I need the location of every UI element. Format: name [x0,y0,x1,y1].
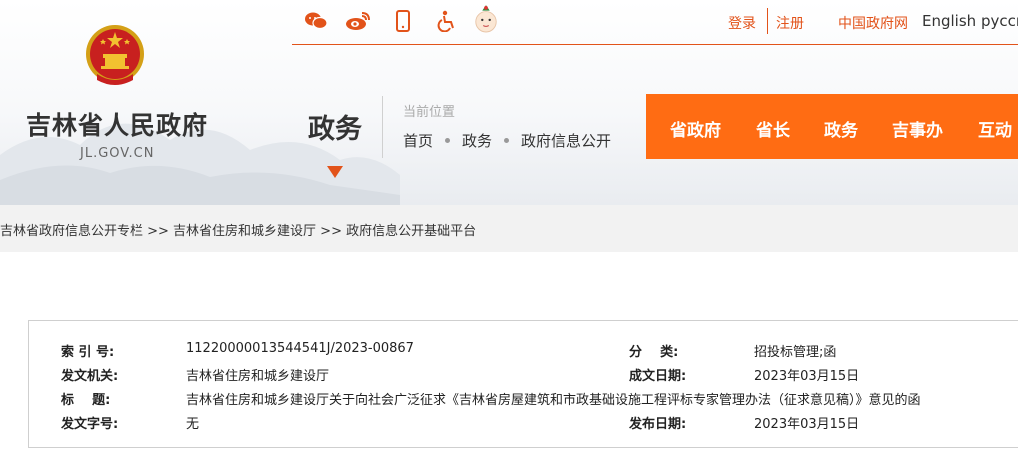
doc-number-label: 发文字号: [61,417,119,432]
site-header: 登录 注册 中国政府网 English русск 吉林省人民政府 JL.GOV… [0,0,1018,205]
title-value: 吉林省住房和城乡建设厅关于向社会广泛征求《吉林省房屋建筑和市政基础设施工程评标专… [186,393,921,408]
accessibility-icon[interactable] [434,9,460,33]
issuer-value: 吉林省住房和城乡建设厅 [186,369,330,384]
breadcrumb: 首页 政务 政府信息公开 [403,130,611,151]
login-link[interactable]: 登录 [728,13,756,33]
main-nav: 省政府 省长 政务 吉事办 互动 [646,94,1018,159]
section-indicator-icon [327,166,343,178]
category-value: 招投标管理;函 [754,345,837,360]
index-value: 11220000013544541J/2023-00867 [186,341,414,356]
wechat-icon[interactable] [303,9,329,33]
section-title: 政务 [308,114,362,145]
nav-item-provincial-government[interactable]: 省政府 [670,116,721,141]
breadcrumb-dot-icon [504,138,510,143]
nav-item-interaction[interactable]: 互动 [978,116,1012,141]
breadcrumb-info-disclosure[interactable]: 政府信息公开 [521,130,611,151]
register-link[interactable]: 注册 [776,13,804,33]
header-divider [382,96,383,158]
weibo-icon[interactable] [345,9,371,33]
breadcrumb-dot-icon [445,138,451,143]
english-link[interactable]: English [922,12,976,30]
nav-item-jishiban[interactable]: 吉事办 [892,116,943,141]
created-date-label: 成文日期: [629,369,687,384]
breadcrumb-home[interactable]: 首页 [403,130,433,151]
gov-portal-link[interactable]: 中国政府网 [838,13,908,33]
title-label: 标 题: [61,393,111,408]
location-label: 当前位置 [403,105,456,120]
login-divider [767,8,768,34]
channel-path[interactable]: 吉林省政府信息公开专栏 >> 吉林省住房和城乡建设厅 >> 政府信息公开基础平台 [0,220,476,239]
top-bar: 登录 注册 中国政府网 English русск [292,0,1018,45]
nav-item-governor[interactable]: 省长 [756,116,790,141]
site-domain: JL.GOV.CN [80,146,155,161]
category-label: 分 类: [629,345,679,360]
mobile-icon[interactable] [390,9,416,33]
issuer-label: 发文机关: [61,369,119,384]
mascot-icon[interactable] [473,2,499,36]
index-label: 索 引 号: [61,345,115,360]
path-bar: 吉林省政府信息公开专栏 >> 吉林省住房和城乡建设厅 >> 政府信息公开基础平台 [0,205,1018,252]
published-date-label: 发布日期: [629,417,687,432]
doc-number-value: 无 [186,417,200,432]
nav-item-affairs[interactable]: 政务 [824,116,858,141]
created-date-value: 2023年03月15日 [754,369,860,384]
site-name[interactable]: 吉林省人民政府 [26,106,208,142]
russian-link[interactable]: русск [981,12,1018,30]
document-info-table: 索 引 号: 11220000013544541J/2023-00867 分 类… [28,320,1018,448]
published-date-value: 2023年03月15日 [754,417,860,432]
national-emblem-logo [83,22,147,90]
breadcrumb-affairs[interactable]: 政务 [462,130,492,151]
